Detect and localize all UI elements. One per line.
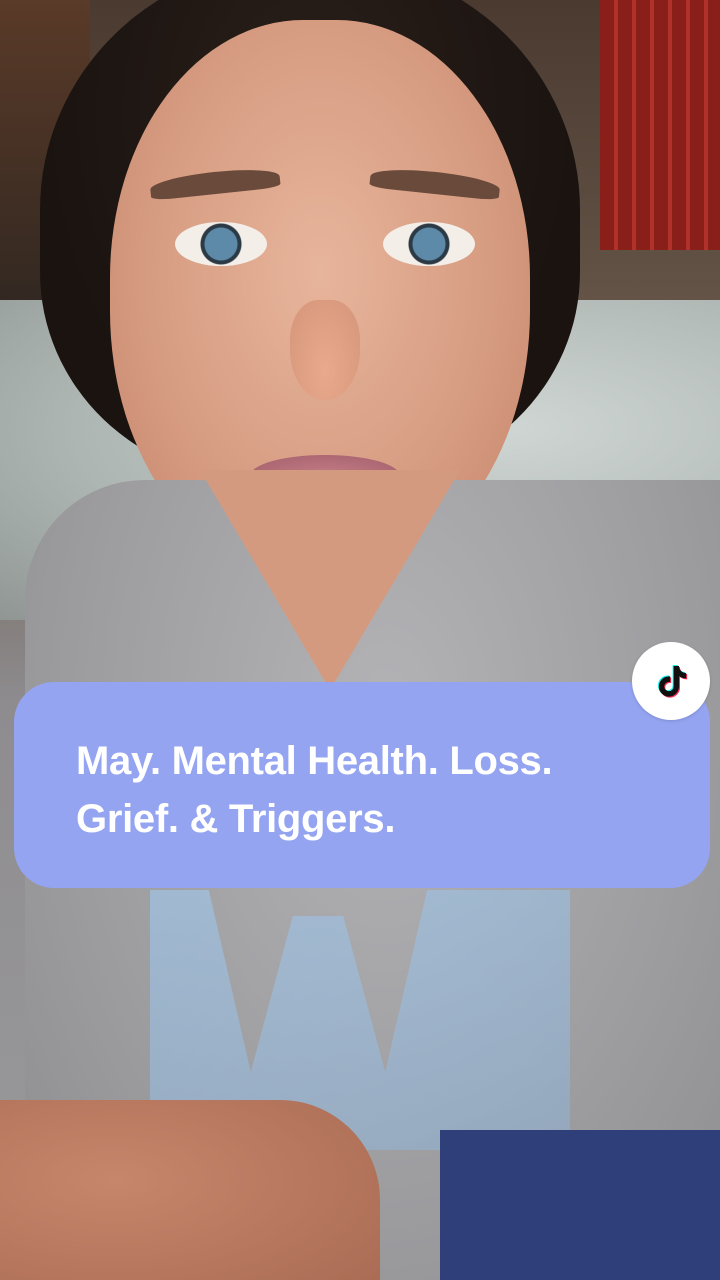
tiktok-logo-icon <box>657 665 688 698</box>
caption-card: May. Mental Health. Loss. Grief. & Trigg… <box>14 682 710 888</box>
caption-line-1: May. Mental Health. Loss. <box>76 739 553 783</box>
tiktok-badge[interactable] <box>632 642 710 720</box>
nose <box>290 300 360 400</box>
caption-line-2: Grief. & Triggers. <box>76 797 396 841</box>
jeans <box>440 1130 720 1280</box>
arm <box>0 1100 380 1280</box>
background-shelf <box>600 0 720 250</box>
video-frame: May. Mental Health. Loss. Grief. & Trigg… <box>0 0 720 1280</box>
right-eye <box>383 222 475 266</box>
video-still <box>0 0 720 1280</box>
caption-text: May. Mental Health. Loss. Grief. & Trigg… <box>76 732 670 848</box>
left-eye <box>175 222 267 266</box>
